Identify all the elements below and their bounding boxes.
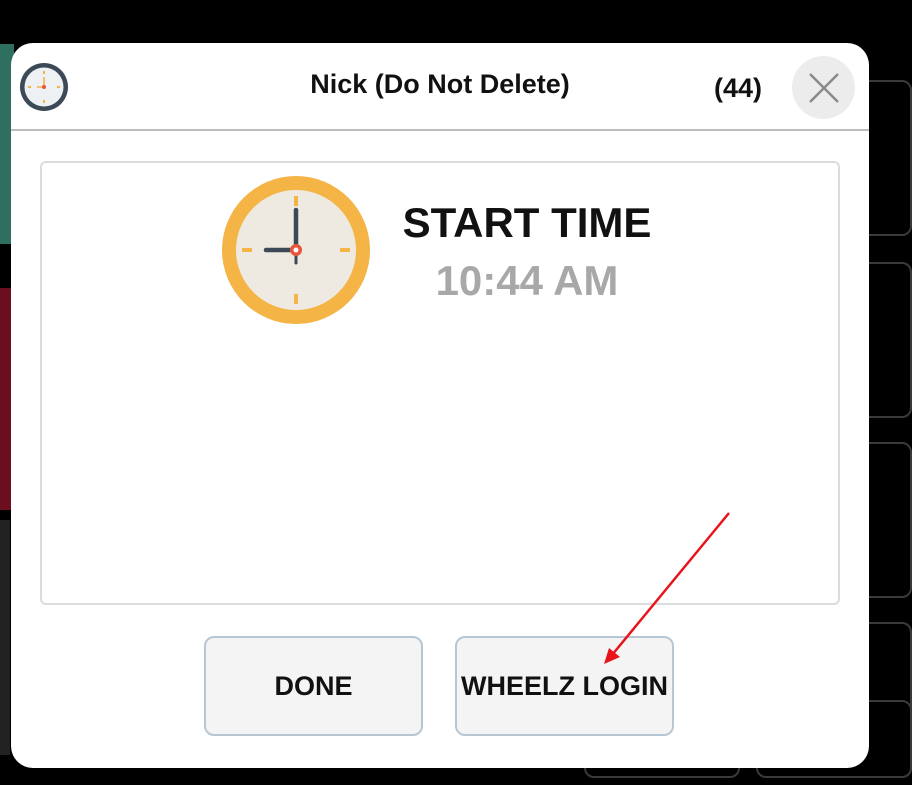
start-time-value: 10:44 AM — [435, 257, 619, 304]
background-tile-grey — [0, 520, 10, 755]
start-time-label: START TIME — [402, 199, 652, 246]
count-badge: (44) — [714, 73, 763, 103]
close-icon — [808, 72, 839, 103]
wheelz-login-button[interactable]: WHEELZ LOGIN — [455, 636, 674, 736]
clock-icon — [222, 176, 370, 324]
dialog-header: Nick (Do Not Delete) (44) — [11, 43, 869, 131]
time-clock-dialog: Nick (Do Not Delete) (44) START TIME 10:… — [11, 43, 869, 768]
close-button[interactable] — [792, 56, 855, 119]
done-button[interactable]: DONE — [204, 636, 423, 736]
start-time-panel: START TIME 10:44 AM — [40, 161, 840, 605]
